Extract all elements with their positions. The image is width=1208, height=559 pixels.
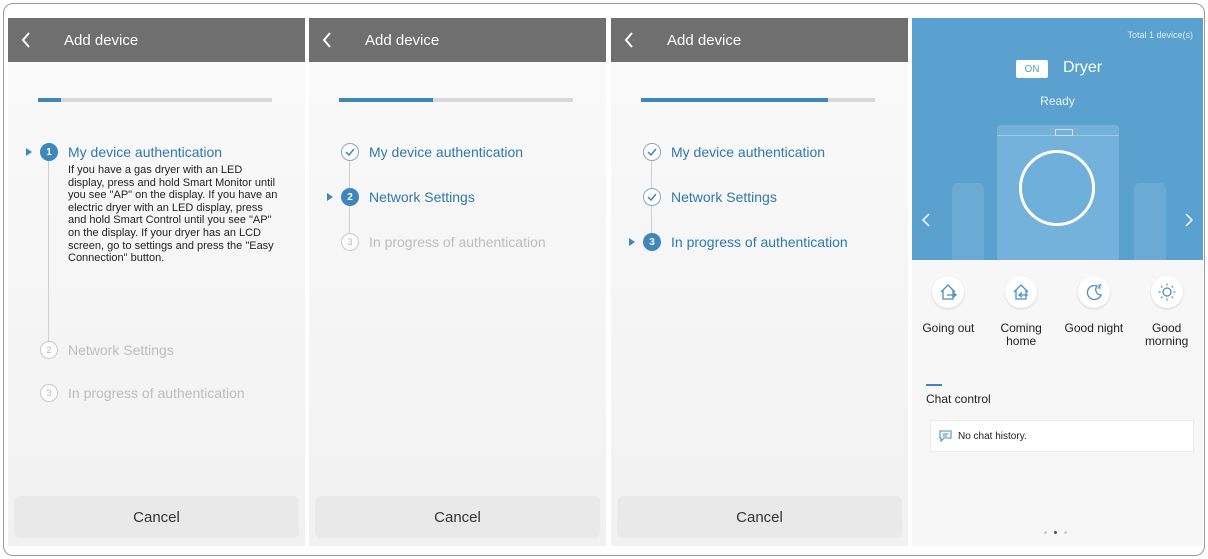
add-device-screen-2: Add device My device authentication 2 Ne… (309, 18, 606, 546)
dryer-dashboard-screen: Total 1 device(s) ON Dryer Ready Going o… (912, 18, 1203, 546)
step-list: My device authentication 2 Network Setti… (309, 143, 606, 251)
chevron-left-icon[interactable] (921, 213, 930, 232)
add-device-screen-1: Add device 1 My device authentication If… (8, 18, 305, 546)
chat-bubble-icon (939, 430, 952, 442)
page-dot-active[interactable] (1054, 531, 1057, 534)
step-number-badge: 3 (643, 233, 661, 251)
step-item: 3 In progress of authentication (611, 233, 908, 251)
step-list: 1 My device authentication If you have a… (8, 143, 305, 402)
header-title: Add device (667, 31, 742, 49)
step-label: Network Settings (68, 342, 174, 358)
current-step-arrow-icon (327, 193, 333, 201)
check-icon (643, 143, 661, 161)
page-indicator (1044, 531, 1067, 534)
add-device-screen-3: Add device My device authentication Netw… (611, 18, 908, 546)
step-label: In progress of authentication (671, 234, 848, 250)
cancel-button[interactable]: Cancel (14, 496, 299, 538)
current-step-arrow-icon (629, 238, 635, 246)
device-hero: Total 1 device(s) ON Dryer Ready (912, 18, 1203, 260)
header-title: Add device (365, 31, 440, 49)
device-name: Dryer (1063, 59, 1103, 76)
adjacent-device-image (952, 183, 984, 260)
header-bar: Add device (8, 18, 305, 62)
mode-good-morning[interactable]: Good morning (1130, 276, 1203, 348)
step-item: 2 Network Settings (309, 188, 606, 233)
step-number-badge: 3 (341, 233, 359, 251)
mode-label: Good morning (1144, 321, 1189, 348)
adjacent-device-image (1134, 183, 1166, 260)
step-item: My device authentication (309, 143, 606, 188)
step-item: Network Settings (611, 188, 908, 233)
mode-label: Going out (922, 321, 975, 335)
step-number-badge: 3 (40, 384, 58, 402)
house-arrow-in-icon (1005, 276, 1038, 308)
page-dot[interactable] (1064, 531, 1067, 534)
mode-going-out[interactable]: Going out (912, 276, 985, 348)
chevron-right-icon[interactable] (1185, 213, 1194, 232)
step-item: 2 Network Settings (8, 341, 305, 384)
step-number-badge: 1 (40, 143, 58, 161)
step-instructions: If you have a gas dryer with an LED disp… (68, 164, 278, 265)
dryer-door (1019, 150, 1095, 226)
device-status: Ready (1040, 94, 1075, 108)
chat-empty-text: No chat history. (958, 430, 1027, 442)
mode-shortcuts: Going out Coming home Good night Good mo… (912, 276, 1203, 348)
step-label: In progress of authentication (369, 234, 546, 250)
mode-coming-home[interactable]: Coming home (985, 276, 1058, 348)
cancel-button[interactable]: Cancel (315, 496, 600, 538)
step-number-badge: 2 (341, 188, 359, 206)
total-devices-label: Total 1 device(s) (1127, 30, 1193, 40)
check-icon (341, 143, 359, 161)
progress-track (641, 98, 875, 102)
step-label: My device authentication (671, 144, 826, 160)
progress-fill (339, 98, 433, 102)
back-arrow-icon[interactable] (611, 18, 647, 62)
step-item: 3 In progress of authentication (309, 233, 606, 251)
step-label: My device authentication (369, 144, 524, 160)
cancel-button[interactable]: Cancel (617, 496, 902, 538)
progress-fill (38, 98, 62, 102)
step-label: Network Settings (671, 189, 777, 205)
dryer-display-slot (1055, 129, 1073, 136)
step-item: 1 My device authentication If you have a… (8, 143, 305, 341)
progress-track (339, 98, 573, 102)
header-title: Add device (64, 31, 139, 49)
step-item: 3 In progress of authentication (8, 384, 305, 402)
step-list: My device authentication Network Setting… (611, 143, 908, 251)
mode-label: Coming home (1000, 321, 1042, 348)
step-item: My device authentication (611, 143, 908, 188)
power-toggle-button[interactable]: ON (1016, 60, 1048, 78)
back-arrow-icon[interactable] (309, 18, 345, 62)
page-dot[interactable] (1044, 531, 1047, 534)
back-arrow-icon[interactable] (8, 18, 44, 62)
current-step-arrow-icon (26, 148, 32, 156)
header-bar: Add device (309, 18, 606, 62)
step-label: Network Settings (369, 189, 475, 205)
section-accent (926, 384, 942, 386)
house-arrow-out-icon (932, 276, 965, 308)
check-icon (643, 188, 661, 206)
chat-history-box[interactable]: No chat history. (930, 420, 1194, 452)
dryer-illustration (997, 125, 1119, 260)
progress-fill (641, 98, 829, 102)
header-bar: Add device (611, 18, 908, 62)
step-label: My device authentication (68, 144, 223, 160)
progress-track (38, 98, 272, 102)
mode-label: Good night (1064, 321, 1124, 335)
step-number-badge: 2 (40, 341, 58, 359)
moon-icon (1077, 276, 1110, 308)
chat-control-title: Chat control (926, 392, 991, 406)
step-label: In progress of authentication (68, 385, 245, 401)
sun-icon (1150, 276, 1183, 308)
mode-good-night[interactable]: Good night (1058, 276, 1131, 348)
